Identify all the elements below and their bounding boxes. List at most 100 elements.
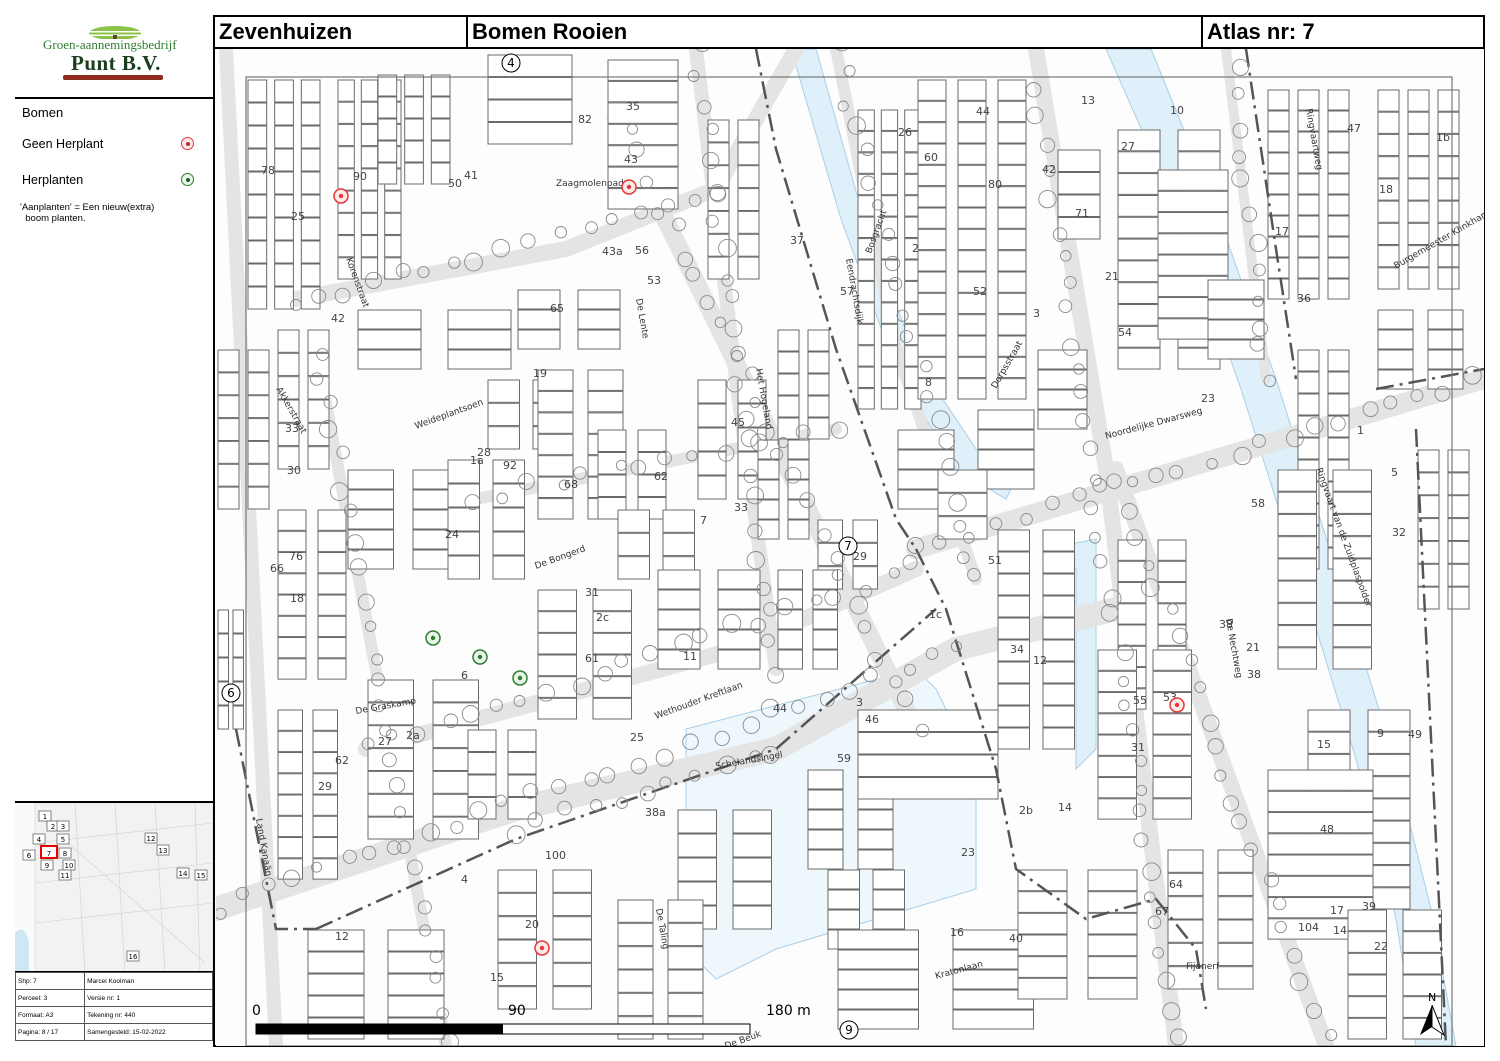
building — [917, 207, 947, 229]
building — [917, 122, 947, 144]
building — [1087, 956, 1138, 978]
tree-symbol — [1231, 58, 1250, 76]
building — [617, 922, 654, 947]
map-svg[interactable]: ZaagmolenpadKorenstraatDe LenteHet Hogel… — [216, 49, 1484, 1046]
house-number: 15 — [1317, 738, 1331, 751]
building — [307, 399, 330, 423]
house-number: 6 — [461, 669, 468, 682]
house-number: 7 — [700, 514, 707, 527]
building — [577, 309, 621, 330]
building — [1217, 942, 1254, 967]
green-tree-icon[interactable] — [425, 630, 441, 646]
building — [232, 633, 244, 658]
building — [732, 833, 772, 858]
building — [657, 589, 701, 610]
building — [300, 79, 321, 103]
overview-tile-label-16: 16 — [129, 953, 138, 961]
building — [307, 352, 330, 377]
building — [1097, 798, 1137, 820]
building — [1042, 529, 1075, 552]
house-number: 82 — [578, 113, 592, 126]
building — [977, 409, 1035, 430]
building — [312, 815, 338, 838]
building — [447, 349, 512, 370]
red-tree-icon[interactable] — [1169, 697, 1185, 713]
building — [1447, 586, 1470, 610]
building — [1297, 257, 1320, 279]
building — [337, 101, 355, 124]
building — [360, 190, 379, 213]
building — [1117, 282, 1161, 304]
house-number: 3 — [1033, 307, 1040, 320]
building — [1267, 89, 1290, 111]
house-number: 1b — [1436, 131, 1450, 144]
building — [777, 373, 800, 396]
map-canvas[interactable]: Zaagmolenpad Korenstraat De Lente Het Hogel… — [216, 49, 1484, 1046]
overview-map-svg: 12 34 56 7 89 1011121314 1516 — [15, 803, 213, 973]
building — [274, 125, 294, 149]
building — [807, 351, 830, 374]
house-number: 34 — [1010, 643, 1024, 656]
building — [1117, 238, 1161, 261]
building — [430, 96, 451, 119]
building — [347, 489, 394, 510]
building — [1367, 753, 1411, 777]
building — [1037, 409, 1088, 430]
building — [217, 440, 240, 464]
house-number: 20 — [525, 918, 539, 931]
building — [732, 905, 772, 930]
building — [1417, 472, 1440, 496]
building — [537, 390, 574, 413]
house-number: 54 — [1118, 326, 1132, 339]
building — [367, 793, 414, 817]
building — [717, 569, 761, 590]
building — [1267, 833, 1374, 855]
building — [1207, 279, 1265, 300]
building — [592, 697, 632, 720]
building — [247, 194, 268, 218]
building — [607, 145, 679, 167]
building — [697, 451, 727, 476]
building — [1117, 347, 1161, 370]
building — [1327, 278, 1350, 300]
building — [307, 951, 365, 974]
building — [1267, 790, 1374, 813]
building — [707, 188, 730, 212]
building — [1427, 329, 1464, 350]
green-tree-icon[interactable] — [512, 670, 528, 686]
building — [737, 165, 760, 189]
overview-tile-label-7: 7 — [47, 850, 51, 858]
house-number: 1c — [929, 608, 942, 621]
house-number: 42 — [1042, 163, 1056, 176]
building — [1152, 755, 1192, 778]
building — [1037, 349, 1088, 370]
building — [552, 986, 592, 1010]
building — [717, 629, 761, 650]
building — [807, 789, 844, 810]
building — [857, 849, 894, 870]
building — [667, 969, 704, 993]
house-number: 3 — [856, 696, 863, 709]
house-number: 18 — [1379, 183, 1393, 196]
street-label: Fijanerf — [1186, 962, 1220, 972]
green-tree-icon[interactable] — [472, 649, 488, 665]
building — [697, 379, 727, 404]
building — [507, 752, 537, 775]
tree-symbol — [641, 645, 659, 662]
building — [917, 335, 947, 357]
subject-title: Bomen Rooien — [468, 15, 1203, 47]
building — [617, 509, 650, 533]
red-tree-icon[interactable] — [621, 179, 637, 195]
building — [247, 217, 268, 241]
building — [300, 286, 321, 310]
building — [617, 969, 654, 993]
house-number: 44 — [976, 105, 990, 118]
tree-symbol — [1058, 299, 1073, 314]
building — [1367, 820, 1411, 843]
building — [277, 858, 303, 880]
house-number: 58 — [1251, 497, 1265, 510]
red-tree-icon[interactable] — [333, 188, 349, 204]
scale-label-180: 180 m — [766, 1003, 811, 1019]
building — [537, 611, 577, 633]
red-tree-icon[interactable] — [534, 940, 550, 956]
